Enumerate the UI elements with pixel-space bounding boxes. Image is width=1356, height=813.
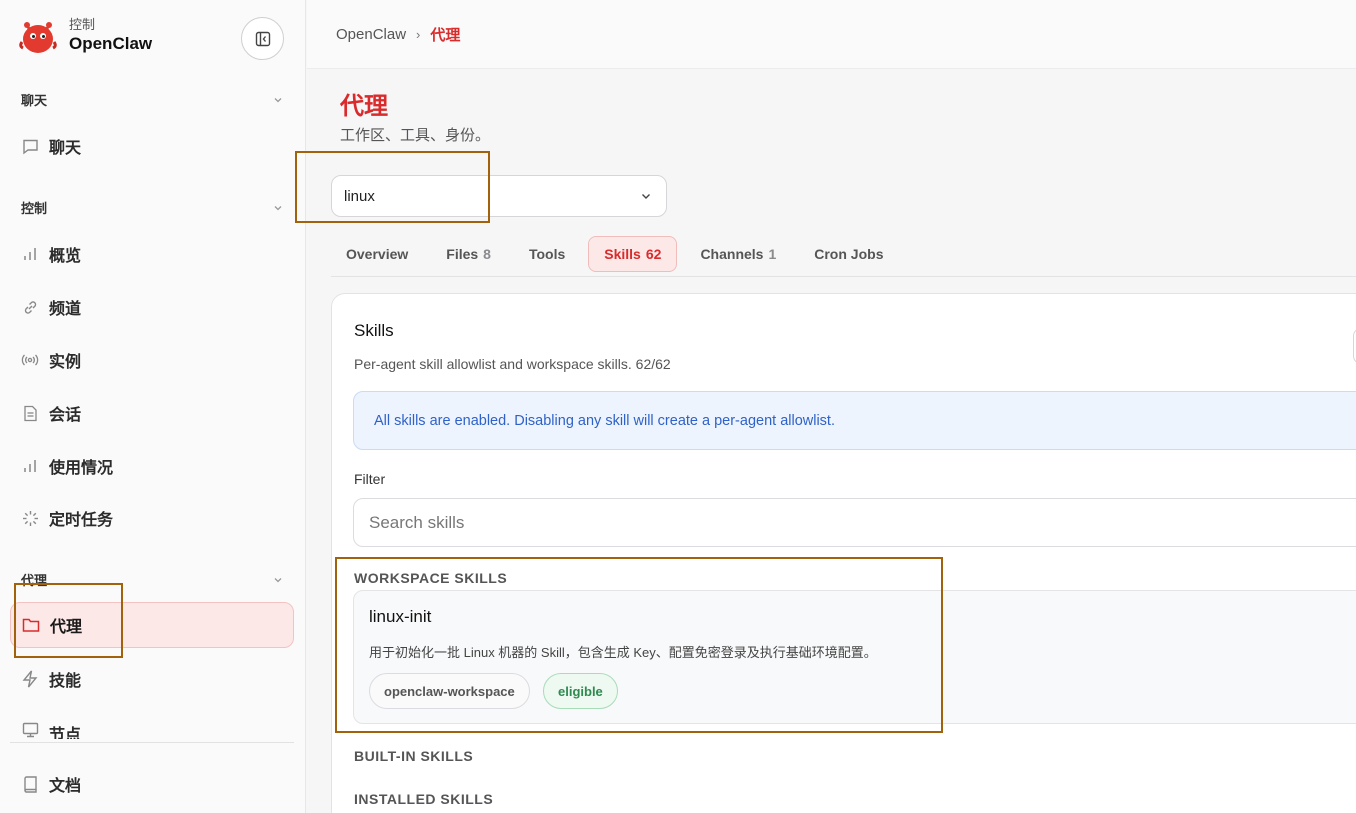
skill-source-badge: openclaw-workspace [369,673,530,709]
sidebar-toggle-icon [255,31,270,46]
loader-icon [21,509,39,527]
chevron-down-icon [642,194,650,199]
monitor-icon [21,721,39,739]
tab-label: Overview [346,246,409,262]
tabs-divider [331,276,1356,277]
folder-icon [22,616,40,634]
tab-tools[interactable]: Tools [514,236,580,272]
section-control[interactable]: 控制 [21,198,283,217]
brand-subtitle: 控制 [69,17,96,32]
sidebar-item-label: 技能 [49,673,82,690]
bar-chart-icon [21,457,39,475]
tab-count: 8 [483,246,491,262]
sidebar-item-usage[interactable]: 使用情况 [10,443,294,489]
workspace-skills-heading: WORKSPACE SKILLS [354,570,508,586]
filter-label: Filter [354,471,386,487]
sidebar-item-channels[interactable]: 频道 [10,284,294,330]
brand[interactable]: 控制 OpenClaw [18,16,152,56]
section-agents[interactable]: 代理 [21,570,283,589]
tab-label: Files [446,246,479,262]
skill-name: linux-init [369,607,432,626]
sidebar-item-label: 文档 [49,778,82,795]
skills-panel: Skills Per-agent skill allowlist and wor… [331,293,1356,813]
agent-tabs: Overview Files 8 Tools Skills 62 Channel… [331,236,906,272]
skills-search-input[interactable] [353,498,1356,547]
tab-label: Channels [700,246,764,262]
chevron-down-icon [274,97,282,102]
skills-panel-description: Per-agent skill allowlist and workspace … [354,356,671,372]
breadcrumb: OpenClaw › 代理 [307,0,1356,69]
sidebar-item-label: 代理 [50,619,83,636]
sidebar-item-label: 会话 [49,407,82,424]
installed-skills-heading[interactable]: INSTALLED SKILLS [354,791,493,807]
chevron-down-icon [274,205,282,210]
tab-skills[interactable]: Skills 62 [588,236,678,272]
brand-title: OpenClaw [69,34,153,53]
sidebar-divider [10,742,294,743]
sidebar-item-docs[interactable]: 文档 [10,761,294,807]
sidebar-item-label: 频道 [49,301,82,318]
skills-panel-title: Skills [354,321,394,340]
sidebar-item-label: 定时任务 [49,512,114,529]
tab-count: 1 [768,246,777,262]
tab-label: Skills [604,246,641,262]
tab-overview[interactable]: Overview [331,236,423,272]
sidebar-item-sessions[interactable]: 会话 [10,390,294,436]
sidebar-item-overview[interactable]: 概览 [10,231,294,277]
broadcast-icon [21,351,39,369]
sidebar-item-label: 聊天 [49,140,82,157]
book-icon [21,775,39,793]
chevron-down-icon [274,577,282,582]
zap-icon [21,670,39,688]
info-callout-text: All skills are enabled. Disabling any sk… [374,412,835,429]
sidebar-item-agents[interactable]: 代理 [10,602,294,648]
info-callout: All skills are enabled. Disabling any sk… [353,391,1356,450]
page-subtitle: 工作区、工具、身份。 [340,127,491,144]
page-title: 代理 [340,93,388,120]
tab-files[interactable]: Files 8 [431,236,506,272]
sidebar: 控制 OpenClaw 聊天 聊天 控制 概览 频道 实例 会话 使用情况 定时… [0,0,306,813]
tab-label: Tools [528,246,566,262]
sidebar-item-label: 使用情况 [49,460,114,477]
sidebar-item-label: 节点 [49,727,82,739]
message-icon [21,137,39,155]
sidebar-item-label: 实例 [49,354,82,371]
sidebar-item-nodes[interactable]: 节点 [10,709,294,739]
skill-status-badge: eligible [543,673,618,709]
section-label: 聊天 [21,93,48,108]
openclaw-logo-icon [18,16,58,56]
builtin-skills-heading[interactable]: BUILT-IN SKILLS [354,748,473,764]
breadcrumb-root[interactable]: OpenClaw [336,26,406,43]
skill-description: 用于初始化一批 Linux 机器的 Skill，包含生成 Key、配置免密登录及… [369,645,877,660]
sidebar-item-instances[interactable]: 实例 [10,337,294,383]
breadcrumb-separator: › [416,26,421,42]
sidebar-item-label: 概览 [49,248,82,265]
agent-select-value: linux [344,187,375,205]
tab-channels[interactable]: Channels 1 [685,236,791,272]
bar-chart-icon [21,245,39,263]
collapse-sidebar-button[interactable] [241,17,284,60]
section-label: 代理 [21,573,48,588]
link-icon [21,298,39,316]
agent-select[interactable]: linux [331,175,667,217]
sidebar-item-skills[interactable]: 技能 [10,656,294,702]
tab-cron-jobs[interactable]: Cron Jobs [799,236,898,272]
section-chat[interactable]: 聊天 [21,90,283,109]
breadcrumb-current: 代理 [430,26,461,44]
section-label: 控制 [21,201,48,216]
skill-card-linux-init[interactable]: linux-init 用于初始化一批 Linux 机器的 Skill，包含生成 … [353,590,1356,724]
document-icon [21,404,39,422]
sidebar-item-cron[interactable]: 定时任务 [10,495,294,541]
tab-label: Cron Jobs [814,246,884,262]
sidebar-item-chat[interactable]: 聊天 [10,123,294,169]
tab-count: 62 [645,246,662,262]
